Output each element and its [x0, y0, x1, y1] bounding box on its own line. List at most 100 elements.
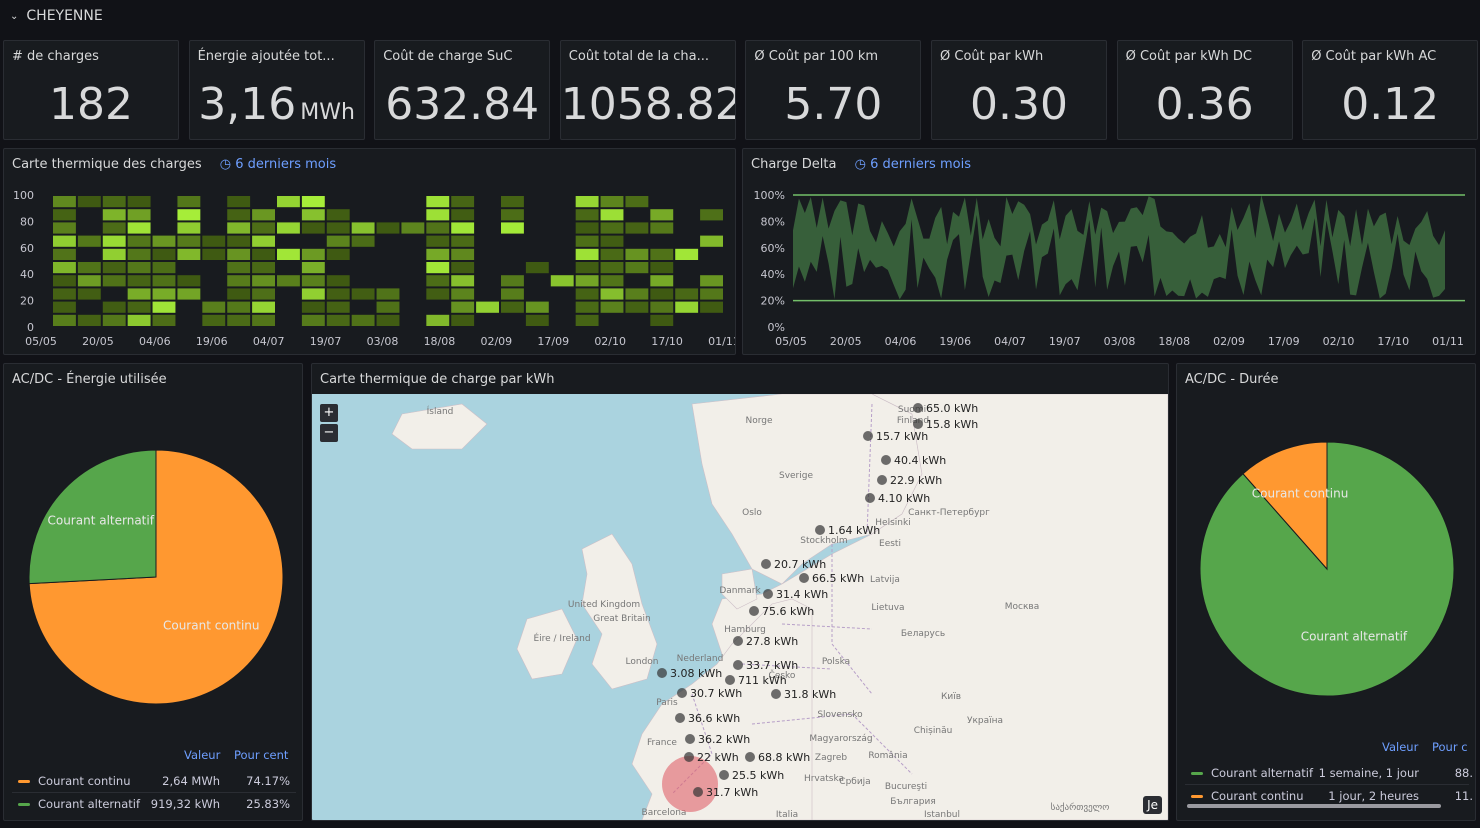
heatmap-cell[interactable]: [351, 235, 375, 247]
heatmap-cell[interactable]: [53, 314, 76, 326]
heat-highlight[interactable]: [662, 756, 718, 812]
heatmap-cell[interactable]: [127, 262, 151, 274]
heatmap-cell[interactable]: [525, 314, 549, 326]
heatmap-cell[interactable]: [202, 235, 226, 247]
heatmap-cell[interactable]: [426, 209, 450, 221]
heatmap-cell[interactable]: [326, 288, 350, 300]
heatmap-cell[interactable]: [575, 275, 599, 287]
charge-point[interactable]: [865, 493, 875, 503]
heatmap-cell[interactable]: [252, 222, 275, 234]
heatmap-cell[interactable]: [426, 288, 450, 300]
legend-header-percent[interactable]: Pour cent: [234, 748, 288, 762]
heatmap-cell[interactable]: [177, 275, 201, 287]
charge-point[interactable]: [693, 787, 703, 797]
heatmap-cell[interactable]: [152, 301, 176, 313]
legend-row[interactable]: Courant continu: [18, 774, 131, 788]
charge-point[interactable]: [863, 431, 873, 441]
heatmap-cell[interactable]: [127, 248, 151, 260]
heatmap-cell[interactable]: [277, 196, 300, 208]
heatmap-cell[interactable]: [53, 235, 76, 247]
heatmap-cell[interactable]: [152, 314, 176, 326]
heatmap-cell[interactable]: [202, 314, 226, 326]
heatmap-cell[interactable]: [650, 222, 674, 234]
charge-point[interactable]: [877, 475, 887, 485]
charge-point[interactable]: [719, 770, 729, 780]
heatmap-cell[interactable]: [53, 209, 76, 221]
heatmap-cell[interactable]: [625, 222, 649, 234]
heatmap-cell[interactable]: [77, 262, 101, 274]
heatmap-cell[interactable]: [451, 235, 475, 247]
heatmap-cell[interactable]: [501, 222, 524, 234]
heatmap-cell[interactable]: [326, 314, 350, 326]
heatmap-cell[interactable]: [351, 222, 375, 234]
heatmap-cell[interactable]: [376, 288, 400, 300]
heatmap-cell[interactable]: [227, 222, 251, 234]
heatmap-cell[interactable]: [227, 275, 251, 287]
heatmap-cell[interactable]: [102, 275, 126, 287]
heatmap-cell[interactable]: [252, 262, 275, 274]
heatmap-cell[interactable]: [625, 288, 649, 300]
heatmap-cell[interactable]: [252, 275, 275, 287]
charge-point[interactable]: [913, 403, 923, 413]
heatmap-cell[interactable]: [177, 235, 201, 247]
heatmap-cell[interactable]: [227, 248, 251, 260]
heatmap-cell[interactable]: [77, 288, 101, 300]
heatmap-cell[interactable]: [177, 209, 201, 221]
heatmap-cell[interactable]: [326, 235, 350, 247]
heatmap-cell[interactable]: [575, 248, 599, 260]
heatmap-cell[interactable]: [301, 275, 325, 287]
heatmap-cell[interactable]: [177, 222, 201, 234]
charge-point[interactable]: [733, 636, 743, 646]
heatmap-cell[interactable]: [227, 235, 251, 247]
heatmap-cell[interactable]: [650, 288, 674, 300]
heatmap-cell[interactable]: [301, 288, 325, 300]
heatmap-cell[interactable]: [550, 275, 574, 287]
heatmap-cell[interactable]: [625, 262, 649, 274]
charge-point[interactable]: [913, 419, 923, 429]
heatmap-cell[interactable]: [152, 288, 176, 300]
heatmap-cell[interactable]: [177, 288, 201, 300]
heatmap-cell[interactable]: [600, 209, 624, 221]
heatmap-cell[interactable]: [426, 235, 450, 247]
legend-row[interactable]: Courant continu: [1191, 789, 1304, 803]
heatmap-cell[interactable]: [650, 275, 674, 287]
heatmap-cell[interactable]: [600, 301, 624, 313]
heatmap-cell[interactable]: [301, 209, 325, 221]
heatmap-cell[interactable]: [451, 209, 475, 221]
heatmap-cell[interactable]: [700, 288, 723, 300]
heatmap-cell[interactable]: [326, 209, 350, 221]
heatmap-cell[interactable]: [501, 275, 524, 287]
charge-point[interactable]: [725, 675, 735, 685]
heatmap-cell[interactable]: [77, 314, 101, 326]
heatmap-cell[interactable]: [53, 196, 76, 208]
legend-row[interactable]: Courant alternatif: [18, 797, 140, 811]
heatmap-cell[interactable]: [700, 301, 723, 313]
charge-point[interactable]: [685, 734, 695, 744]
charge-point[interactable]: [733, 660, 743, 670]
charge-point[interactable]: [745, 752, 755, 762]
heatmap-cell[interactable]: [600, 275, 624, 287]
heatmap-cell[interactable]: [277, 222, 300, 234]
heatmap-cell[interactable]: [351, 288, 375, 300]
heatmap-cell[interactable]: [575, 314, 599, 326]
heatmap-cell[interactable]: [227, 314, 251, 326]
heatmap-cell[interactable]: [600, 288, 624, 300]
heatmap-cell[interactable]: [426, 314, 450, 326]
heatmap-cell[interactable]: [401, 222, 425, 234]
heatmap-cell[interactable]: [501, 301, 524, 313]
heatmap-cell[interactable]: [600, 235, 624, 247]
heatmap-cell[interactable]: [700, 275, 723, 287]
heatmap-cell[interactable]: [301, 314, 325, 326]
heatmap-cell[interactable]: [127, 288, 151, 300]
heatmap-cell[interactable]: [326, 222, 350, 234]
heatmap-cell[interactable]: [650, 314, 674, 326]
heatmap-cell[interactable]: [625, 301, 649, 313]
heatmap-cell[interactable]: [277, 275, 300, 287]
heatmap-cell[interactable]: [501, 196, 524, 208]
heatmap-cell[interactable]: [525, 301, 549, 313]
heatmap-cell[interactable]: [650, 209, 674, 221]
legend-header-value[interactable]: Valeur: [1382, 740, 1418, 754]
heatmap-cell[interactable]: [152, 275, 176, 287]
heatmap-cell[interactable]: [227, 196, 251, 208]
heatmap-cell[interactable]: [102, 222, 126, 234]
